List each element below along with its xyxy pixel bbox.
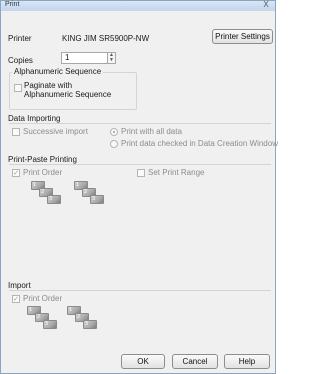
set-print-range-checkbox[interactable]: [137, 169, 145, 177]
paginate-label-line1: Paginate with: [24, 81, 73, 90]
card-3-icon: 3: [43, 320, 57, 329]
import-print-order-checkbox[interactable]: ✓: [12, 295, 20, 303]
stepper-down-icon[interactable]: ▼: [108, 58, 115, 63]
ok-button[interactable]: OK: [121, 354, 165, 369]
print-paste-print-order-label: Print Order: [23, 168, 63, 177]
print-checked-data-label: Print data checked in Data Creation Wind…: [121, 139, 278, 148]
card-3-icon: 3: [47, 195, 61, 204]
import-divider: [9, 290, 271, 291]
paginate-checkbox[interactable]: [14, 84, 22, 92]
copies-stepper[interactable]: ▲ ▼: [107, 52, 116, 64]
close-icon[interactable]: X: [261, 0, 271, 10]
copies-label: Copies: [8, 56, 33, 65]
print-order-stack-b-icon: 1 2 3: [74, 181, 114, 211]
print-dialog: Print X Printer KING JIM SR5900P-NW Prin…: [0, 0, 278, 374]
print-paste-print-order-checkbox[interactable]: ✓: [12, 169, 20, 177]
print-all-data-label: Print with all data: [121, 127, 182, 136]
title-bar[interactable]: Print X: [1, 0, 275, 11]
help-button[interactable]: Help: [224, 354, 270, 369]
print-checked-data-radio[interactable]: [110, 140, 118, 148]
set-print-range-label: Set Print Range: [148, 168, 205, 177]
alphanumeric-sequence-title: Alphanumeric Sequence: [12, 67, 104, 76]
data-importing-divider: [9, 123, 271, 124]
printer-name: KING JIM SR5900P-NW: [62, 34, 150, 43]
import-stack-b-icon: 1 2 3: [67, 306, 107, 336]
print-paste-title: Print-Paste Printing: [8, 155, 77, 164]
window-title: Print: [5, 1, 20, 8]
successive-import-label: Successive import: [23, 127, 88, 136]
card-3-icon: 3: [90, 195, 104, 204]
import-print-order-label: Print Order: [23, 294, 63, 303]
paginate-label-line2: Alphanumeric Sequence: [24, 90, 112, 99]
successive-import-checkbox[interactable]: [12, 128, 20, 136]
printer-label: Printer: [8, 34, 32, 43]
card-3-icon: 3: [83, 320, 97, 329]
import-title: Import: [8, 281, 31, 290]
import-stack-a-icon: 1 2 3: [27, 306, 67, 336]
print-order-stack-a-icon: 1 2 3: [31, 181, 71, 211]
print-all-data-radio[interactable]: [110, 128, 118, 136]
print-paste-divider: [9, 164, 271, 165]
printer-settings-button[interactable]: Printer Settings: [212, 29, 273, 44]
data-importing-title: Data Importing: [8, 114, 61, 123]
cancel-button[interactable]: Cancel: [172, 354, 218, 369]
